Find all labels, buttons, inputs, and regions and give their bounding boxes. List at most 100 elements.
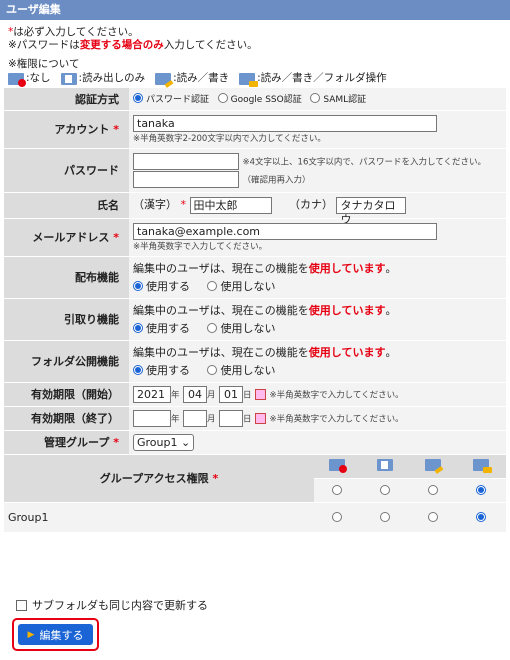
day-unit: 日 — [243, 390, 252, 400]
radio-icon — [427, 485, 438, 495]
perm-rw: :読み／書き — [155, 72, 229, 85]
perm-read-label: :読み出しのみ — [78, 72, 146, 84]
read-only-icon — [377, 458, 393, 471]
perm-read-radio[interactable] — [362, 502, 410, 533]
start-day-input[interactable]: 01 — [219, 385, 244, 403]
permission-legend: :なし :読み出しのみ :読み／書き :読み／書き／フォルダ操作 — [8, 72, 502, 87]
radio-icon — [427, 512, 438, 522]
perm-rw-radio[interactable] — [410, 478, 458, 503]
perm-read-radio[interactable] — [362, 478, 410, 503]
feature-msg-post: 。 — [385, 346, 397, 359]
email-label-text: メールアドレス — [32, 231, 110, 244]
required-mark: * — [180, 198, 187, 212]
col-rwf — [458, 454, 506, 479]
group-access-table: グループアクセス権限 * Group1 — [4, 454, 506, 533]
feature-use-radio[interactable]: 使用する — [133, 322, 190, 335]
radio-icon — [379, 485, 390, 495]
password-cell: ※4文字以上、16文字以内で、パスワードを入力してください。 （確認用再入力） — [129, 148, 506, 193]
password-hint: ※4文字以上、16文字以内で、パスワードを入力してください。 — [242, 157, 487, 167]
group-select[interactable]: Group1 ⌄ — [133, 433, 195, 451]
account-label: アカウント * — [4, 110, 129, 149]
perm-rw-radio[interactable] — [410, 502, 458, 533]
password-input[interactable] — [133, 152, 239, 170]
perm-rwf-radio[interactable] — [458, 478, 506, 503]
auth-option-label: Google SSO認証 — [230, 95, 302, 106]
perm-none-radio[interactable] — [314, 478, 362, 503]
group-cell: Group1 ⌄ — [129, 430, 506, 455]
end-day-input[interactable] — [219, 409, 244, 427]
name-kanji-input[interactable]: 田中太郎 — [189, 196, 272, 214]
subfolder-wrap: サブフォルダも同じ内容で更新する — [16, 597, 208, 613]
feature-msg-emph: 使用しています — [308, 262, 386, 275]
perm-rwf-radio[interactable] — [458, 502, 506, 533]
required-mark: * — [113, 231, 119, 244]
kanji-label: （漢字） — [133, 198, 177, 212]
email-input[interactable]: tanaka@example.com — [133, 222, 437, 240]
auth-google-radio[interactable]: Google SSO認証 — [217, 93, 302, 106]
valid-end-label: 有効期限（終了） — [4, 406, 129, 431]
auth-options: パスワード認証 Google SSO認証 SAML認証 — [129, 88, 506, 111]
feature-nouse-radio[interactable]: 使用しない — [207, 280, 275, 293]
group-name: Group1 — [4, 502, 314, 533]
read-write-icon — [425, 458, 441, 471]
required-mark: * — [113, 123, 119, 136]
name-cell: （漢字） * 田中太郎 （カナ） タナカタロウ — [129, 192, 506, 226]
radio-icon — [133, 93, 143, 104]
group-row: 管理グループ * Group1 ⌄ — [4, 430, 506, 455]
feature-use-label: 使用する — [146, 280, 190, 293]
end-year-input[interactable] — [133, 409, 171, 427]
password-confirm-input[interactable] — [133, 170, 239, 188]
col-read — [362, 454, 410, 479]
feature-label: フォルダ公開機能 — [4, 340, 129, 383]
read-write-folder-icon — [239, 72, 259, 87]
perm-read: :読み出しのみ — [60, 72, 146, 85]
col-rw — [410, 454, 458, 479]
feature-msg: 編集中のユーザは、現在この機能を — [133, 304, 309, 317]
start-month-input[interactable]: 04 — [183, 385, 208, 403]
valid-start-hint: ※半角英数字で入力してください。 — [269, 390, 404, 400]
feature-msg: 編集中のユーザは、現在この機能を — [133, 346, 309, 359]
required-note: *は必ず入力してください。 — [8, 26, 502, 39]
play-icon: ▶ — [27, 629, 35, 640]
radio-icon — [331, 512, 342, 522]
radio-icon — [475, 512, 486, 522]
read-write-icon — [155, 72, 172, 85]
auth-option-label: SAML認証 — [323, 95, 367, 106]
edit-button[interactable]: ▶ 編集する — [18, 624, 93, 645]
year-unit: 年 — [171, 390, 180, 400]
radio-icon — [207, 323, 218, 333]
auth-saml-radio[interactable]: SAML認証 — [310, 93, 367, 106]
required-text: は必ず入力してください。 — [13, 26, 139, 38]
user-edit-form: 認証方式 パスワード認証 Google SSO認証 SAML認証 アカウント *… — [4, 88, 506, 455]
end-month-input[interactable] — [183, 409, 208, 427]
day-unit: 日 — [243, 414, 252, 424]
read-only-icon — [60, 72, 77, 85]
valid-end-row: 有効期限（終了） 年 月 日 ※半角英数字で入力してください。 — [4, 406, 506, 431]
group-select-value: Group1 — [137, 435, 178, 449]
subfolder-checkbox[interactable] — [16, 599, 27, 611]
feature-label: 引取り機能 — [4, 298, 129, 341]
subfolder-option[interactable]: サブフォルダも同じ内容で更新する — [16, 597, 208, 613]
feature-use-label: 使用する — [146, 322, 190, 335]
account-label-text: アカウント — [54, 123, 110, 136]
email-label: メールアドレス * — [4, 218, 129, 257]
auth-password-radio[interactable]: パスワード認証 — [133, 93, 209, 105]
calendar-icon[interactable] — [255, 388, 267, 400]
required-mark: * — [212, 472, 219, 486]
feature-nouse-radio[interactable]: 使用しない — [207, 364, 275, 377]
feature-use-radio[interactable]: 使用する — [133, 280, 190, 293]
calendar-icon[interactable] — [255, 412, 267, 424]
start-year-input[interactable]: 2021 — [133, 385, 171, 403]
name-kana-input[interactable]: タナカタロウ — [336, 196, 407, 226]
radio-icon — [133, 281, 143, 291]
notes: *は必ず入力してください。 ※パスワードは変更する場合のみ入力してください。 ※… — [0, 20, 510, 87]
account-input[interactable]: tanaka — [133, 114, 437, 132]
radio-icon — [310, 93, 321, 104]
radio-icon — [379, 512, 390, 522]
feature-nouse-radio[interactable]: 使用しない — [207, 322, 275, 335]
feature-use-radio[interactable]: 使用する — [133, 364, 190, 377]
radio-icon — [207, 281, 218, 291]
valid-start-label: 有効期限（開始） — [4, 382, 129, 407]
group-access-row-group1: Group1 — [4, 502, 506, 533]
perm-none-radio[interactable] — [314, 502, 362, 533]
